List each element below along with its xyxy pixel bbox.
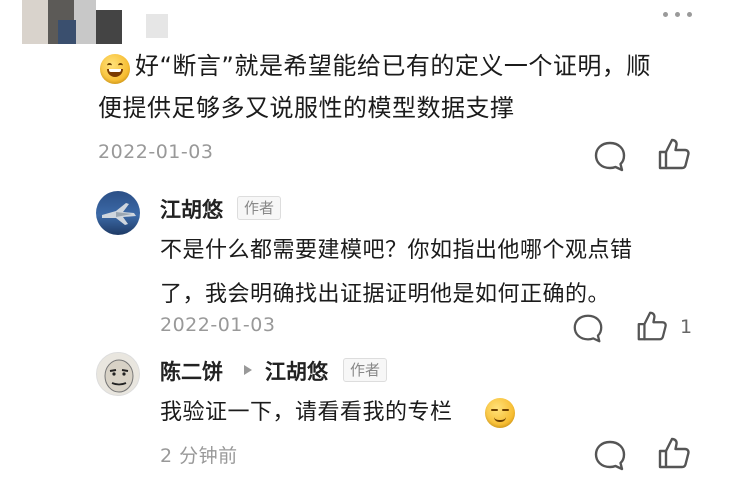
top-comment-text-line2: 便提供足够多又说服性的模型数据支撑 [98,94,515,122]
reply-date: 2 分钟前 [160,445,238,467]
author-badge: 作者 [343,358,388,382]
reply-author-name[interactable]: 陈二饼 [160,356,223,386]
triangle-right-icon [244,365,252,375]
reply-text-line2: 了，我会明确找出证据证明他是如何正确的。 [160,282,611,307]
comment-bubble-icon[interactable] [571,311,605,345]
author-badge: 作者 [237,196,282,220]
smirk-emoji [485,398,515,428]
reply-text-line1: 不是什么都需要建模吧？你如指出他哪个观点错 [160,238,633,263]
comment-bubble-icon[interactable] [592,138,628,174]
reply-text: 我验证一下，请看看我的专栏 [160,400,453,425]
reply-to-name[interactable]: 江胡悠 [265,356,328,386]
more-dots-icon [663,12,668,17]
comment-bubble-icon[interactable] [592,437,628,473]
thumbs-up-icon[interactable] [656,435,692,471]
top-comment-text-line1: 好“断言”就是希望能给已有的定义一个证明，顺 [135,52,651,80]
top-comment-date: 2022-01-03 [98,141,214,163]
like-count: 1 [680,316,693,338]
grinning-emoji [100,54,130,84]
meme-face-avatar-image [104,359,134,393]
jet-avatar-image [102,203,136,225]
thumbs-up-icon[interactable] [656,136,692,172]
more-options-button[interactable] [663,12,692,17]
avatar-jianghuyou[interactable] [96,191,140,235]
reply-author-name[interactable]: 江胡悠 [160,194,223,224]
thumbs-up-icon[interactable] [635,309,669,343]
avatar-chenerbing[interactable] [96,352,140,396]
reply-date: 2022-01-03 [160,314,276,336]
